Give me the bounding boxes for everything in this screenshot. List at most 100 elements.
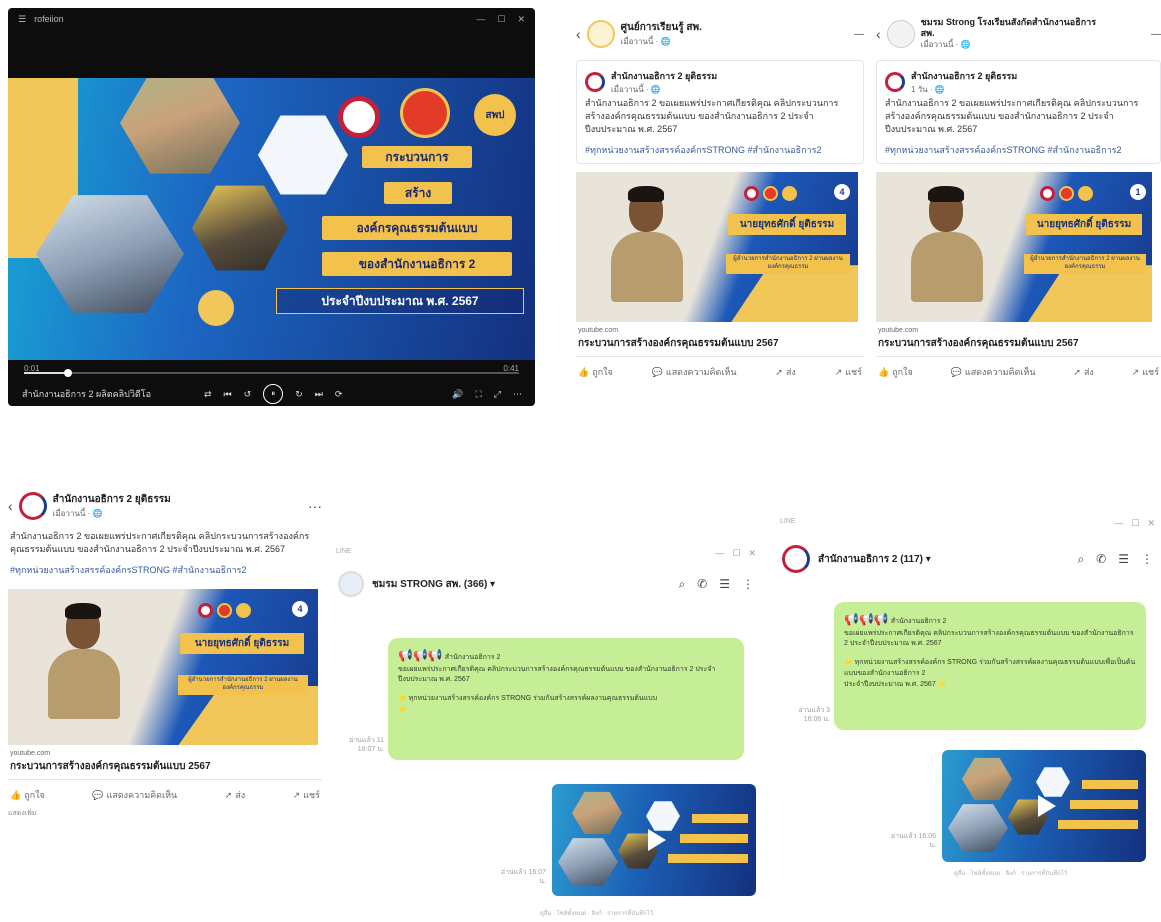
minimize-button[interactable]: — <box>1114 518 1123 529</box>
comment-button[interactable]: 💬 แสดงความคิดเห็น <box>951 365 1036 379</box>
author-name[interactable]: สำนักงานอธิการ 2 ยุติธรรม <box>611 69 717 83</box>
comment-button[interactable]: 💬 แสดงความคิดเห็น <box>92 788 177 802</box>
shared-post-card[interactable]: สำนักงานอธิการ 2 ยุติธรรม เมื่อวานนี้ · … <box>576 60 864 165</box>
see-more-link[interactable]: แสดงเพิ่ม <box>8 808 322 819</box>
message-text: ขอเผยแพร่ประกาศเกียรติคุณ คลิปกระบวนการส… <box>844 629 1134 648</box>
message-bubble[interactable]: 📢📢📢 สำนักงานอธิการ 2 ขอเผยแพร่ประกาศเกีย… <box>834 602 1146 730</box>
role-banner: ผู้อำนวยการสำนักงานอธิการ 2 ผ่านผลงานองค… <box>726 254 850 274</box>
link-title[interactable]: กระบวนการสร้างองค์กรคุณธรรมต้นแบบ 2567 <box>10 759 320 774</box>
back-icon[interactable]: ‹ <box>576 26 581 42</box>
close-button[interactable]: ✕ <box>1147 518 1155 529</box>
send-button[interactable]: ➚ ส่ง <box>225 788 245 802</box>
minimize-button[interactable]: — <box>476 14 485 25</box>
avatar[interactable] <box>886 20 915 48</box>
thumbnail-logos <box>744 186 797 202</box>
group-avatar[interactable] <box>782 545 810 573</box>
play-icon[interactable] <box>1038 795 1056 817</box>
back-icon[interactable]: ‹ <box>8 498 13 514</box>
search-icon[interactable]: ⌕ <box>1077 552 1084 567</box>
avatar <box>585 72 605 92</box>
like-button[interactable]: 👍 ถูกใจ <box>878 365 913 379</box>
more-options-icon[interactable]: — <box>854 29 864 40</box>
link-preview[interactable]: youtube.com กระบวนการสร้างองค์กรคุณธรรมต… <box>576 322 864 358</box>
video-message-thumbnail[interactable] <box>552 784 756 896</box>
chat-header: ชมรม STRONG สพ. (366) ▾ ⌕ ✆ ☰ ⋮ <box>330 559 762 597</box>
forward-icon[interactable]: ↻ <box>295 389 303 400</box>
message-text: ขอเผยแพร่ประกาศเกียรติคุณ คลิปกระบวนการส… <box>398 665 716 684</box>
window-controls: — ☐ ✕ <box>715 548 756 559</box>
send-button[interactable]: ➚ ส่ง <box>775 365 795 379</box>
rewind-icon[interactable]: ↺ <box>244 389 252 400</box>
previous-icon[interactable]: ⏮ <box>224 389 232 400</box>
link-preview[interactable]: youtube.com กระบวนการสร้างองค์กรคุณธรรมต… <box>8 745 322 781</box>
repeat-icon[interactable]: ⟳ <box>335 389 343 400</box>
avatar <box>885 72 905 92</box>
seek-handle[interactable] <box>63 369 72 377</box>
next-icon[interactable]: ⏭ <box>315 389 323 400</box>
search-icon[interactable]: ⌕ <box>678 577 685 592</box>
post-hashtags[interactable]: #ทุกหน่วยงานสร้างสรรค์องค์กรSTRONG #สำนั… <box>585 144 855 157</box>
post-hashtags[interactable]: #ทุกหน่วยงานสร้างสรรค์องค์กรSTRONG #สำนั… <box>10 564 320 577</box>
close-button[interactable]: ✕ <box>517 14 525 25</box>
shuffle-icon[interactable]: ⇄ <box>204 389 212 400</box>
video-frame[interactable]: สพป กระบวนการ สร้าง องค์กรคุณธรรมต้นแบบ … <box>8 78 535 360</box>
chat-title[interactable]: ชมรม STRONG สพ. (366) ▾ <box>372 577 495 592</box>
share-button[interactable]: ↗ แชร์ <box>835 365 862 379</box>
maximize-button[interactable]: ☐ <box>1131 518 1139 529</box>
video-thumbnail[interactable]: 4 นายยุทธศักดิ์ ยุติธรรม ผู้อำนวยการสำนั… <box>8 589 318 746</box>
notes-icon[interactable]: ☰ <box>719 577 730 592</box>
volume-icon[interactable]: 🔊 <box>452 389 463 400</box>
more-options-icon[interactable]: ··· <box>308 498 322 514</box>
shared-post-card[interactable]: สำนักงานอธิการ 2 ยุติธรรม 1 วัน · 🌐 สำนั… <box>876 60 1161 165</box>
back-icon[interactable]: ‹ <box>876 26 881 42</box>
line-chat-window-1: LINE — ☐ ✕ ชมรม STRONG สพ. (366) ▾ ⌕ ✆ ☰… <box>330 548 762 920</box>
chat-title[interactable]: สำนักงานอธิการ 2 (117) ▾ <box>818 552 931 567</box>
author-name[interactable]: สำนักงานอธิการ 2 ยุติธรรม <box>911 69 1017 83</box>
maximize-button[interactable]: ☐ <box>732 548 740 559</box>
play-icon[interactable] <box>648 829 666 851</box>
comment-button[interactable]: 💬 แสดงความคิดเห็น <box>652 365 737 379</box>
app-menu-icon[interactable]: ☰ <box>18 14 26 25</box>
fb-share-post-1: ‹ ศูนย์การเรียนรู้ สพ. เมื่อวานนี้ · 🌐 —… <box>576 14 864 446</box>
notes-icon[interactable]: ☰ <box>1118 552 1129 567</box>
more-options-icon[interactable]: — <box>1151 29 1161 40</box>
post-hashtags[interactable]: #ทุกหน่วยงานสร้างสรรค์องค์กรSTRONG #สำนั… <box>885 144 1152 157</box>
minimize-button[interactable]: — <box>715 548 724 559</box>
page-name[interactable]: ศูนย์การเรียนรู้ สพ. <box>621 20 702 35</box>
fb-post-main: ‹ สำนักงานอธิการ 2 ยุติธรรม เมื่อวานนี้ … <box>8 486 322 922</box>
avatar[interactable] <box>586 20 615 48</box>
photo-hex-group <box>120 78 240 174</box>
menu-icon[interactable]: ⋮ <box>1141 552 1153 567</box>
fullscreen-icon[interactable]: ⛶ <box>475 389 481 400</box>
page-name[interactable]: สำนักงานอธิการ 2 ยุติธรรม <box>53 492 171 507</box>
video-thumbnail[interactable]: 4 นายยุทธศักดิ์ ยุติธรรม ผู้อำนวยการสำนั… <box>576 172 858 323</box>
share-button[interactable]: ↗ แชร์ <box>293 788 320 802</box>
link-title[interactable]: กระบวนการสร้างองค์กรคุณธรรมต้นแบบ 2567 <box>878 336 1159 351</box>
link-domain: youtube.com <box>10 750 51 758</box>
more-icon[interactable]: ⋯ <box>513 389 522 400</box>
call-icon[interactable]: ✆ <box>1096 552 1106 567</box>
pause-button[interactable]: ⏸ <box>263 384 284 404</box>
call-icon[interactable]: ✆ <box>697 577 707 592</box>
group-avatar[interactable] <box>338 571 364 597</box>
expand-icon[interactable]: ⤢ <box>494 389 501 400</box>
video-message-thumbnail[interactable] <box>942 750 1146 862</box>
window-controls: — ☐ ✕ <box>476 14 525 25</box>
page-name[interactable]: ชมรม Strong โรงเรียนสังกัดสำนักงานอธิการ… <box>921 17 1111 39</box>
link-title[interactable]: กระบวนการสร้างองค์กรคุณธรรมต้นแบบ 2567 <box>578 336 862 351</box>
share-button[interactable]: ↗ แชร์ <box>1132 365 1159 379</box>
close-button[interactable]: ✕ <box>748 548 756 559</box>
avatar[interactable] <box>18 492 47 520</box>
post-actions: 👍 ถูกใจ 💬 แสดงความคิดเห็น ➚ ส่ง ↗ แชร์ <box>876 357 1161 379</box>
chat-footer: ดูสื่อ · ไฟล์ทั้งหมด · ลิงก์ · รายการที่… <box>540 911 654 917</box>
video-thumbnail[interactable]: 1 นายยุทธศักดิ์ ยุติธรรม ผู้อำนวยการสำนั… <box>876 172 1152 323</box>
menu-icon[interactable]: ⋮ <box>742 577 754 592</box>
like-button[interactable]: 👍 ถูกใจ <box>578 365 613 379</box>
role-banner: ผู้อำนวยการสำนักงานอธิการ 2 ผ่านผลงานองค… <box>1024 254 1146 274</box>
like-button[interactable]: 👍 ถูกใจ <box>10 788 45 802</box>
send-button[interactable]: ➚ ส่ง <box>1073 365 1093 379</box>
message-bubble[interactable]: 📢📢📢 สำนักงานอธิการ 2 ขอเผยแพร่ประกาศเกีย… <box>388 638 744 760</box>
seek-bar[interactable] <box>24 369 519 377</box>
link-preview[interactable]: youtube.com กระบวนการสร้างองค์กรคุณธรรมต… <box>876 322 1161 358</box>
maximize-button[interactable]: ☐ <box>497 14 505 25</box>
